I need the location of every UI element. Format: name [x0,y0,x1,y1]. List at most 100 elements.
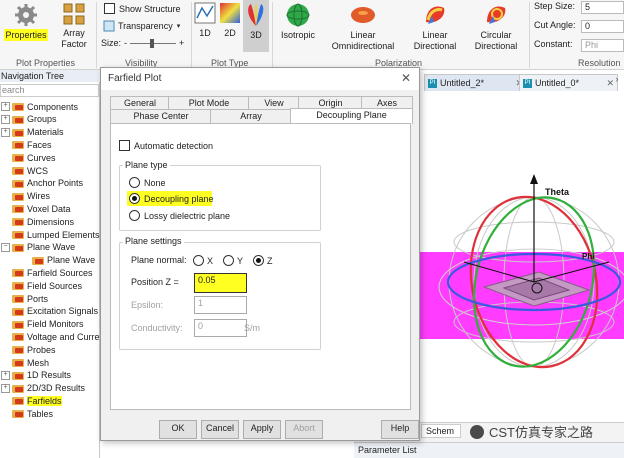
tree-item[interactable]: +Faces [0,138,52,151]
transparency-button[interactable]: Transparency ▾ [103,20,180,32]
normal-z-option[interactable]: Z [253,255,273,266]
expand-icon[interactable]: + [1,127,10,137]
tabs-overflow-icon[interactable]: › [610,74,624,90]
expand-icon[interactable]: − [1,242,10,252]
tab-array[interactable]: Array [210,109,292,123]
apply-button[interactable]: Apply [243,420,281,439]
constant-select[interactable]: Phi [581,39,624,52]
tree-item[interactable]: + Materials [0,126,64,139]
linear-omnidirectional-button[interactable]: Linear Omnidirectional [326,2,400,52]
tree-item[interactable]: +Farfields [0,394,62,407]
tree-item[interactable]: +Lumped Elements [0,228,100,241]
circular-directional-button[interactable]: Circular Directional [468,2,524,52]
automatic-detection-option[interactable]: Automatic detection [119,140,213,151]
abort-button[interactable]: Abort [285,420,323,439]
tab-decoupling-plane[interactable]: Decoupling Plane [290,108,413,124]
help-button[interactable]: Help [381,420,419,439]
cut-angle-input[interactable]: 0 [581,20,624,33]
conductivity-input[interactable]: 0 [194,319,247,337]
close-icon[interactable]: ✕ [401,71,411,85]
position-z-label: Position Z = [131,277,179,287]
expand-icon[interactable]: + [1,370,10,380]
normal-x-option[interactable]: X [193,255,213,266]
tree-item[interactable]: +Field Monitors [0,318,84,331]
automatic-detection-checkbox[interactable] [119,140,130,151]
folder-icon [12,320,24,329]
normal-z-radio[interactable] [253,255,264,266]
tree-item[interactable]: +Farfield Sources [0,266,93,279]
tree-item[interactable]: +Curves [0,151,56,164]
plane-type-lossy-option[interactable]: Lossy dielectric plane [129,210,230,221]
tree-item[interactable]: +Mesh [0,356,49,369]
plane-type-none-option[interactable]: None [129,177,166,188]
tree-item[interactable]: − Plane Wave [0,241,75,254]
tab-untitled-0[interactable]: PI Untitled_0* ✕ [519,74,618,91]
plane-type-decoupling-option[interactable]: Decoupling plane [127,191,218,206]
tab-schematic[interactable]: Schem [421,424,461,438]
tab-general[interactable]: General [110,96,170,110]
cancel-button[interactable]: Cancel [201,420,239,439]
plot-3d-button[interactable]: 3D [243,0,269,52]
tree-item[interactable]: +Tables [0,407,53,420]
normal-x-radio[interactable] [193,255,204,266]
navigation-tree-title: Navigation Tree [0,70,100,82]
position-z-input[interactable]: 0.05 [194,273,247,293]
plot-1d-icon [194,2,216,24]
isotropic-sphere-icon [286,3,310,27]
isotropic-button[interactable]: Isotropic [275,2,321,41]
plot-3d-icon [248,3,264,26]
folder-icon [12,358,24,367]
tree-item[interactable]: +Wires [0,190,50,203]
tree-item[interactable]: +Dimensions [0,215,74,228]
linear-directional-button[interactable]: Linear Directional [406,2,464,52]
tree-item[interactable]: +2D/3D Results [0,382,85,395]
tree-item[interactable]: +Field Sources [0,279,82,292]
slider-thumb[interactable] [150,39,155,48]
normal-y-option[interactable]: Y [223,255,243,266]
folder-icon [32,256,44,265]
farfield-plot-dialog: Farfield Plot ✕ General Plot Mode View O… [100,67,420,441]
tree-item[interactable]: +Ports [0,292,48,305]
tree-item[interactable]: +Plane Wave [20,254,95,267]
tab-plot-mode[interactable]: Plot Mode [168,96,250,110]
dialog-title: Farfield Plot [108,73,162,84]
tree-search-input[interactable]: earch [0,84,99,97]
normal-y-radio[interactable] [223,255,234,266]
project-icon: PI [523,78,532,88]
plane-type-lossy-radio[interactable] [129,210,140,221]
minus-icon[interactable]: - [124,38,127,48]
navigation-tree: Navigation Tree earch + Components + Groups… [0,70,105,458]
plot-2d-button[interactable]: 2D [218,2,242,39]
tree-item[interactable]: +1D Results [0,369,71,382]
tree-item-label: Mesh [27,357,50,368]
tree-item[interactable]: +Voxel Data [0,202,71,215]
show-structure-option[interactable]: Show Structure [104,3,181,14]
expand-icon[interactable]: + [1,114,10,124]
plane-type-decoupling-radio[interactable] [129,193,140,204]
tab-untitled-2[interactable]: PI Untitled_2* ✕ [424,74,527,91]
tree-item[interactable]: +WCS [0,164,48,177]
show-structure-checkbox[interactable] [104,3,115,14]
phi-label: Phi [582,252,594,261]
plus-icon[interactable]: + [179,38,184,48]
ok-button[interactable]: OK [159,420,197,439]
tree-item[interactable]: +Probes [0,343,56,356]
expand-icon[interactable]: + [1,383,10,393]
array-factor-button[interactable]: Array Factor [55,2,93,50]
properties-button[interactable]: Properties [2,2,50,41]
tree-item[interactable]: +Excitation Signals [0,305,98,318]
tab-phase-center[interactable]: Phase Center [110,109,212,123]
folder-icon [12,345,24,355]
tree-item[interactable]: +Voltage and Curren [0,330,105,343]
expand-icon[interactable]: + [1,102,10,111]
step-size-input[interactable]: 5 [581,1,624,14]
size-slider[interactable] [130,38,177,48]
tree-item[interactable]: + Groups [0,113,57,126]
epsilon-input[interactable]: 1 [194,296,247,314]
plot-1d-button[interactable]: 1D [193,2,217,39]
tree-item[interactable]: + Components [0,100,78,113]
decoupling-plane-page: Automatic detection Plane type None Deco… [110,123,411,410]
plane-type-none-radio[interactable] [129,177,140,188]
folder-icon [12,307,24,316]
tree-item[interactable]: +Anchor Points [0,177,83,190]
